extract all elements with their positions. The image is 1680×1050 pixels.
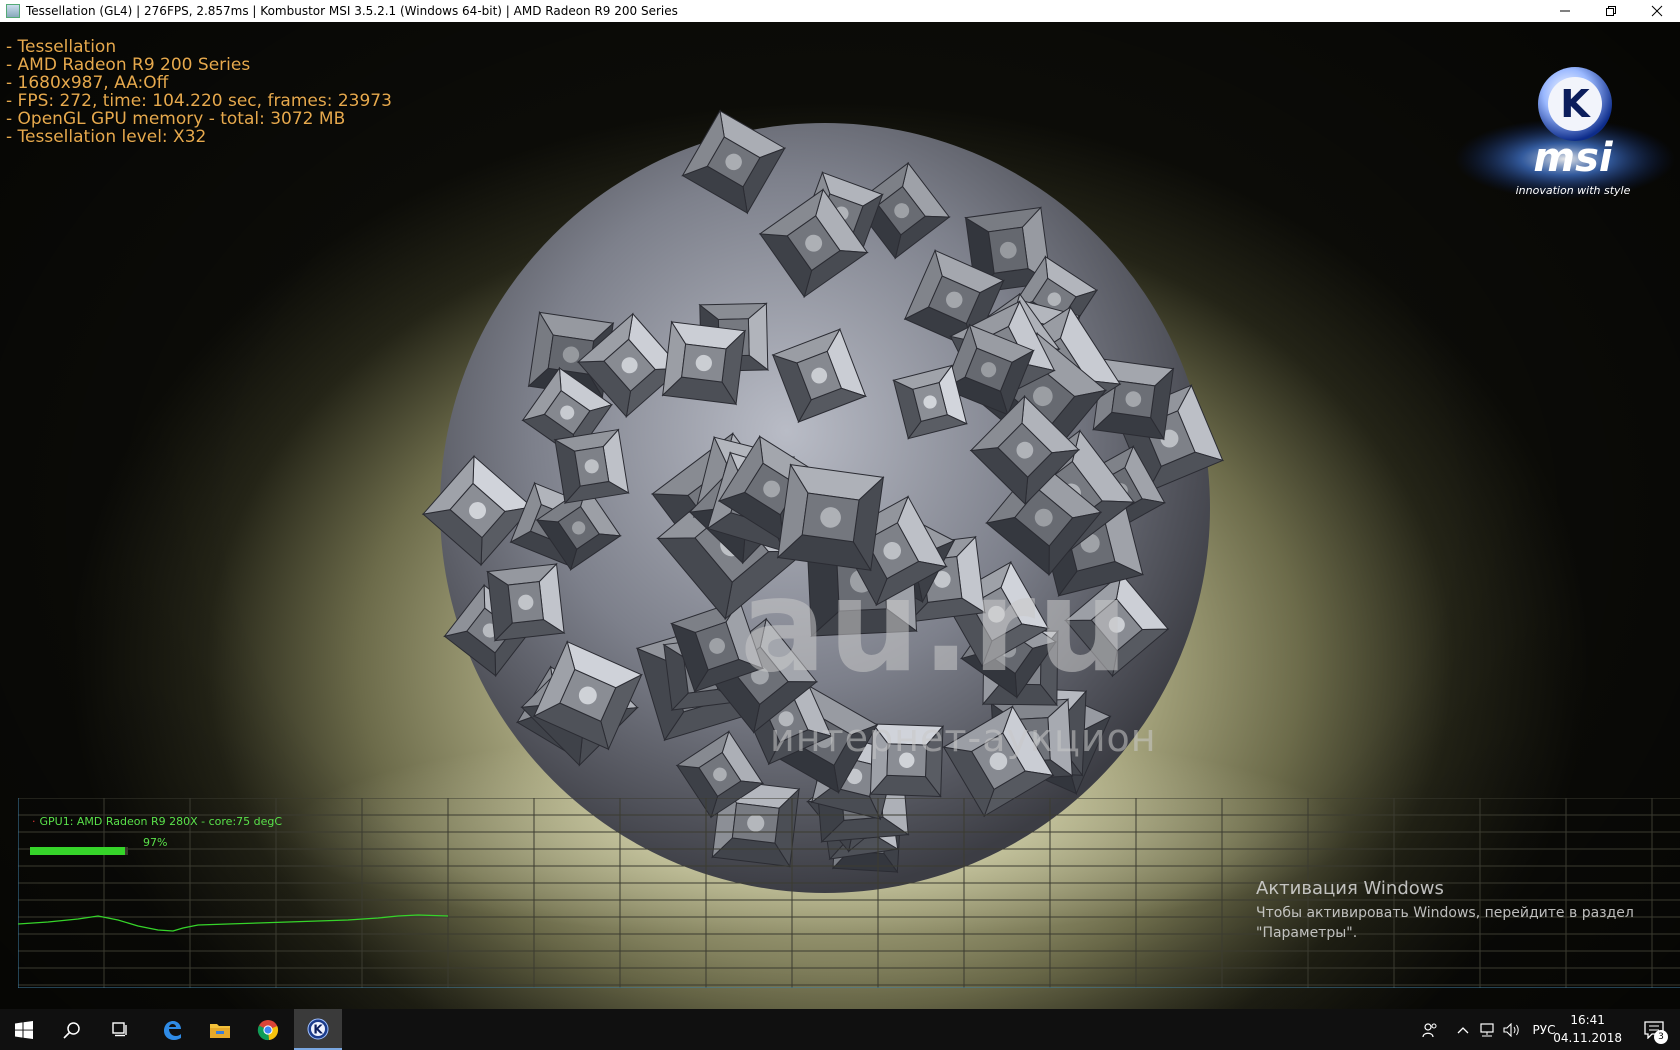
info-line: - FPS: 272, time: 104.220 sec, frames: 2… <box>6 91 392 111</box>
chrome-icon <box>257 1019 279 1040</box>
overlay-info: - Tessellation - AMD Radeon R9 200 Serie… <box>6 38 392 146</box>
minimize-icon <box>1560 10 1570 12</box>
chrome-taskbar-button[interactable] <box>244 1009 292 1050</box>
gpu-usage-percent: 97% <box>143 836 168 849</box>
watermark-main: au.ru <box>740 552 1131 701</box>
chevron-up-icon <box>1457 1026 1469 1033</box>
volume-button[interactable] <box>1500 1009 1524 1050</box>
action-center-button[interactable]: 3 <box>1634 1009 1674 1050</box>
minimize-button[interactable] <box>1542 0 1588 22</box>
window-controls <box>1542 0 1680 22</box>
notification-badge: 3 <box>1654 1030 1668 1044</box>
activation-title: Активация Windows <box>1256 878 1444 899</box>
gpu-usage-fill <box>30 847 126 855</box>
tray-overflow-button[interactable] <box>1454 1009 1472 1050</box>
info-line: - OpenGL GPU memory - total: 3072 MB <box>6 109 346 129</box>
clock-time: 16:41 <box>1570 1013 1605 1027</box>
activation-line1: Чтобы активировать Windows, перейдите в … <box>1256 905 1634 921</box>
msi-logo-tagline: innovation with style <box>1516 184 1631 197</box>
sphere-cube <box>553 428 630 505</box>
sphere-cube <box>661 320 747 406</box>
people-button[interactable] <box>1418 1009 1442 1050</box>
volume-icon <box>1503 1022 1519 1037</box>
activation-line2: "Параметры". <box>1256 925 1358 941</box>
close-button[interactable] <box>1634 0 1680 22</box>
start-button[interactable] <box>0 1009 48 1050</box>
windows-start-icon <box>15 1020 33 1039</box>
msi-logo-k: K <box>1560 82 1591 126</box>
tessellated-sphere <box>421 109 1225 893</box>
edge-taskbar-button[interactable] <box>148 1009 196 1050</box>
clock-date: 04.11.2018 <box>1553 1031 1622 1045</box>
app-icon <box>6 4 20 18</box>
restore-button[interactable] <box>1588 0 1634 22</box>
windows-activation-watermark: Активация Windows Чтобы активировать Win… <box>1256 878 1634 943</box>
info-line: - 1680x987, AA:Off <box>6 73 169 93</box>
edge-icon <box>164 1020 181 1040</box>
people-icon <box>1422 1022 1437 1037</box>
clock[interactable]: 16:41 04.11.2018 <box>1553 1011 1622 1047</box>
info-line: - Tessellation <box>6 37 117 57</box>
close-icon <box>1651 5 1663 17</box>
info-line: - Tessellation level: X32 <box>6 127 207 147</box>
network-button[interactable] <box>1476 1009 1498 1050</box>
search-button[interactable] <box>48 1009 96 1050</box>
search-icon <box>63 1021 80 1039</box>
task-view-button[interactable] <box>96 1009 144 1050</box>
restore-icon <box>1606 6 1616 16</box>
msi-logo: K msi innovation with style <box>1455 67 1675 199</box>
msi-logo-brand: msi <box>1533 135 1613 181</box>
network-icon <box>1480 1022 1494 1036</box>
gpu-label: · GPU1: AMD Radeon R9 280X - core:75 degC <box>32 815 283 828</box>
title-bar: Tessellation (GL4) | 276FPS, 2.857ms | K… <box>0 0 1680 22</box>
watermark-sub: интернет-аукцион <box>770 716 1157 760</box>
gpu-usage-bar <box>30 847 128 855</box>
file-explorer-icon <box>210 1023 230 1038</box>
window-title: Tessellation (GL4) | 276FPS, 2.857ms | K… <box>26 4 678 18</box>
task-view-icon <box>112 1021 127 1036</box>
sphere-cube <box>485 562 566 642</box>
kombustor-taskbar-button[interactable]: K <box>294 1009 342 1050</box>
svg-text:K: K <box>313 1022 323 1036</box>
kombustor-icon: K <box>307 1018 329 1039</box>
taskbar: K РУС <box>0 1009 1680 1050</box>
explorer-taskbar-button[interactable] <box>196 1009 244 1050</box>
info-line: - AMD Radeon R9 200 Series <box>6 55 251 75</box>
